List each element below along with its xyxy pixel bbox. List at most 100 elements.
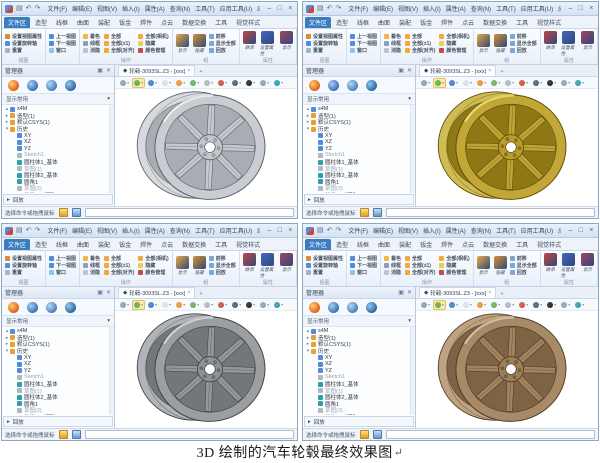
menu-item[interactable]: 视图(V) [97, 4, 117, 13]
ribbon-item[interactable]: 窗口 [49, 269, 76, 276]
undo-icon[interactable]: ↶ [327, 227, 333, 234]
ribbon-item[interactable]: 上一视图 [49, 33, 76, 40]
minimize-button[interactable]: – [266, 226, 273, 235]
ribbon-item[interactable]: 全部 [405, 33, 435, 40]
ribbon-item[interactable]: 隐藏 [439, 262, 469, 269]
ribbon-tab[interactable]: 装配 [94, 17, 114, 28]
menu-item[interactable]: 应用(P) [257, 226, 259, 235]
undo-icon[interactable]: ↶ [26, 227, 32, 234]
ribbon-tab[interactable]: 工具 [211, 239, 231, 250]
ribbon-tab[interactable]: 焊件 [437, 17, 457, 28]
menu-item[interactable]: 查询(N) [170, 4, 190, 13]
menu-item[interactable]: 插入(I) [423, 4, 441, 13]
layer-tab-icon[interactable] [65, 79, 76, 91]
redo-icon[interactable]: ↷ [336, 227, 342, 234]
menu-item[interactable]: 文件(F) [47, 4, 67, 13]
ribbon-item[interactable]: 设置视图属性 [306, 255, 343, 262]
minimize-button[interactable]: – [567, 4, 574, 13]
tree-item[interactable]: 圆柱体1_基体 [4, 159, 114, 166]
ribbon-tab[interactable]: 点云 [157, 239, 177, 250]
ribbon-big-button[interactable]: 继承 [242, 252, 256, 273]
ribbon-item[interactable]: 全部 [104, 33, 134, 40]
assembly-tab-icon[interactable] [46, 79, 57, 91]
ribbon-item[interactable]: 显示全部 [509, 40, 537, 47]
ribbon-tab[interactable]: 视觉样式 [232, 239, 264, 250]
minimize-button[interactable]: – [266, 4, 273, 13]
ribbon-big-button[interactable]: 设置属性 [260, 252, 276, 279]
tree-item[interactable]: 圆角1 [305, 401, 415, 408]
tree-item[interactable]: 拉伸11_切除 [4, 414, 114, 415]
ribbon-item[interactable]: 全部(对齐) [405, 269, 435, 276]
menu-item[interactable]: 工具(T) [496, 226, 516, 235]
new-tab-button[interactable]: + [195, 68, 206, 76]
menu-item[interactable]: 应用(P) [558, 4, 560, 13]
ribbon-item[interactable]: 全部 [104, 255, 134, 262]
layer-tab-icon[interactable] [65, 301, 76, 313]
filter-yellow-icon[interactable] [58, 430, 68, 439]
ribbon-item[interactable]: 线框 [83, 262, 100, 269]
command-input[interactable] [385, 430, 595, 439]
redo-icon[interactable]: ↷ [35, 227, 41, 234]
ribbon-item[interactable]: 上一视图 [49, 255, 76, 262]
maximize-button[interactable]: □ [577, 226, 584, 235]
tree-item[interactable]: 圆柱体1_基体 [305, 159, 415, 166]
viewport[interactable] [416, 311, 598, 428]
ribbon-tab[interactable]: 钣金 [115, 239, 135, 250]
ribbon-item[interactable]: 颜色管理 [138, 47, 168, 54]
menu-item[interactable]: 视图(V) [398, 226, 418, 235]
ribbon-tab[interactable]: 文件区 [305, 239, 332, 250]
ribbon-tab[interactable]: 视觉样式 [232, 17, 264, 28]
undo-icon[interactable]: ↶ [327, 5, 333, 12]
close-panel-icon[interactable]: ✕ [407, 67, 412, 74]
display-filter-dropdown[interactable]: 显示常用 ▾ [303, 316, 415, 327]
ribbon-item[interactable]: 全部(相机) [138, 255, 169, 262]
tree-item[interactable]: 草图(1) [305, 387, 415, 395]
tree-item[interactable]: 拉伸11_切除 [4, 192, 114, 193]
tree-item[interactable]: XZ [305, 139, 415, 146]
ribbon-item[interactable]: 线框 [384, 262, 401, 269]
ribbon-tab[interactable]: 装配 [94, 239, 114, 250]
menu-item[interactable]: 工具(T) [195, 226, 215, 235]
ribbon-item[interactable]: 回放 [509, 269, 537, 276]
menu-item[interactable]: 文件(F) [47, 226, 67, 235]
tree-item[interactable]: 草图(2) [4, 185, 114, 192]
tree-item[interactable]: 拉伸11_切除 [305, 414, 415, 415]
display-filter-dropdown[interactable]: 显示常用 ▾ [303, 94, 415, 105]
ribbon-tab[interactable]: 焊件 [136, 17, 156, 28]
assembly-tab-icon[interactable] [46, 301, 57, 313]
menu-item[interactable]: 视图(V) [398, 4, 418, 13]
visual-manager-tab-icon[interactable] [309, 79, 320, 91]
replay-row[interactable]: ▸ 回放 [3, 416, 113, 427]
ribbon-tab[interactable]: 钣金 [416, 239, 436, 250]
tab-close-icon[interactable]: × [488, 290, 491, 296]
ribbon-big-button[interactable]: 隐藏 [493, 33, 507, 54]
new-tab-button[interactable]: + [195, 290, 206, 298]
ribbon-item[interactable]: 设置视图属性 [5, 255, 42, 262]
menu-item[interactable]: 文件(F) [348, 4, 368, 13]
tree-item[interactable]: ▾ 历史 [4, 348, 114, 355]
ribbon-tab[interactable]: 工具 [512, 17, 532, 28]
ribbon-item[interactable]: 着色 [384, 255, 401, 262]
tree-item[interactable]: 草图(1) [4, 387, 114, 395]
ribbon-tab[interactable]: 点云 [458, 239, 478, 250]
ribbon-tab[interactable]: 线框 [353, 17, 373, 28]
save-icon[interactable]: ▤ [317, 5, 324, 12]
ribbon-item[interactable]: 下一视图 [49, 262, 76, 269]
document-tab[interactable]: ◆ 轮毂-3093SL.Z3 - [xxx] × [419, 287, 497, 298]
save-icon[interactable]: ▤ [16, 5, 23, 12]
ribbon-item[interactable]: 隐藏 [138, 40, 168, 47]
document-tab[interactable]: ◆ 轮毂-3093SL.Z3 - [xxx] × [118, 287, 196, 298]
tree-item[interactable]: 圆柱体2_基体 [305, 394, 415, 401]
ribbon-item[interactable]: 重置 [306, 269, 343, 276]
ribbon-tab[interactable]: 文件区 [305, 17, 332, 28]
pin-icon[interactable]: ▣ [97, 289, 103, 296]
tree-item[interactable]: Sketch1 [305, 374, 415, 381]
ribbon-item[interactable]: 重置 [5, 47, 42, 54]
ribbon-tab[interactable]: 曲面 [374, 17, 394, 28]
menu-item[interactable]: 应用工具(U) [220, 226, 252, 235]
ribbon-tab[interactable]: 造型 [31, 239, 51, 250]
ribbon-tab[interactable]: 装配 [395, 239, 415, 250]
ribbon-tab[interactable]: 视觉样式 [533, 239, 565, 250]
ribbon-big-button[interactable]: 继承 [242, 30, 256, 51]
ribbon-item[interactable]: 回放 [208, 269, 236, 276]
